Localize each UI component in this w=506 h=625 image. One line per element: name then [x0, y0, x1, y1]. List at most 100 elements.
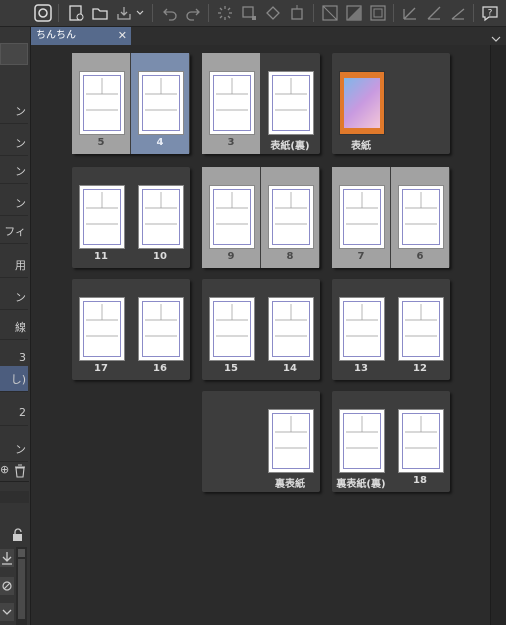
close-icon[interactable]: ✕ — [118, 27, 127, 45]
page-number-label: 10 — [153, 251, 167, 262]
page-spread: 54 — [72, 53, 190, 154]
trash-icon[interactable] — [14, 463, 26, 478]
left-panel-item-label: ン — [15, 136, 26, 150]
page-spread: 表紙 — [332, 53, 450, 154]
left-panel-item-label: ン — [15, 104, 26, 118]
pen-icon[interactable] — [400, 3, 420, 23]
cover-artwork — [339, 71, 385, 135]
page-number-label: 17 — [94, 363, 108, 374]
fill-icon[interactable] — [263, 3, 283, 23]
left-panel-item[interactable]: フィ — [0, 218, 28, 244]
help-icon[interactable]: ? — [480, 3, 500, 23]
lock-icon[interactable] — [11, 527, 25, 541]
invert-selection-icon[interactable] — [344, 3, 364, 23]
page-preview — [138, 185, 184, 249]
page-manager-canvas: 5 4 3 表紙(裏) 表紙 11 10 9 8 7 6 17 16 15 14 13 12 裏表紙 裏表紙(裏) 1… — [31, 45, 490, 625]
left-panel-item-label: フィ — [4, 224, 26, 238]
svg-text:?: ? — [488, 9, 493, 19]
page-preview — [209, 185, 255, 249]
left-panel-item[interactable]: 2 — [0, 400, 28, 426]
left-panel-item[interactable]: ン — [0, 130, 28, 156]
undo-icon[interactable] — [160, 3, 180, 23]
page-number-label: 6 — [416, 251, 424, 262]
left-panel-item[interactable]: 用 — [0, 252, 28, 278]
page-number-label: 14 — [283, 363, 297, 374]
panel-add-icon[interactable]: ⊕ — [0, 463, 12, 477]
left-panel-item-label: 線 — [15, 320, 26, 334]
app-logo-icon[interactable] — [33, 3, 53, 23]
crop-icon[interactable] — [287, 3, 307, 23]
page-thumbnail[interactable]: 8 — [261, 167, 319, 268]
left-panel-item[interactable]: し) — [0, 366, 28, 392]
transform-icon[interactable] — [239, 3, 259, 23]
page-number-label: 4 — [156, 137, 164, 148]
page-thumbnail[interactable]: 10 — [131, 167, 189, 268]
page-thumbnail[interactable]: 裏表紙(裏) — [332, 391, 390, 492]
left-panel-item-label: 2 — [19, 406, 26, 419]
document-tab-bar: ちんちん ✕ — [31, 27, 506, 45]
page-thumbnail[interactable]: 16 — [131, 279, 189, 380]
page-thumbnail[interactable]: 7 — [332, 167, 390, 268]
save-dropdown-icon[interactable] — [134, 3, 146, 23]
page-thumbnail[interactable]: 15 — [202, 279, 260, 380]
page-spread: 13 12 — [332, 279, 450, 380]
left-panel-item-label: ン — [15, 290, 26, 304]
page-number-label: 裏表紙 — [275, 479, 305, 490]
left-panel-item[interactable]: 線 — [0, 314, 28, 340]
page-thumbnail[interactable]: 4 — [131, 53, 189, 154]
no-entry-icon[interactable] — [0, 577, 14, 595]
left-side-panel: ンンンンフィ用ン線 3 し) 2 ン ⊕ — [0, 27, 31, 625]
page-preview — [268, 71, 314, 135]
left-panel-item-label: ン — [15, 442, 26, 456]
page-preview — [339, 185, 385, 249]
download-icon[interactable] — [0, 549, 14, 567]
left-panel-item[interactable]: ン — [0, 436, 28, 462]
ruler-icon[interactable] — [448, 3, 468, 23]
page-spread: 15 14 — [202, 279, 320, 380]
deselect-icon[interactable] — [320, 3, 340, 23]
page-thumbnail[interactable]: 17 — [72, 279, 130, 380]
page-thumbnail[interactable]: 5 — [72, 53, 130, 154]
left-panel-item[interactable]: ン — [0, 284, 28, 310]
page-thumbnail[interactable]: 表紙(裏) — [261, 53, 319, 154]
brush-icon[interactable] — [424, 3, 444, 23]
page-thumbnail[interactable]: 18 — [391, 391, 449, 492]
page-number-label: 裏表紙(裏) — [336, 479, 386, 490]
page-preview — [268, 297, 314, 361]
page-number-label: 12 — [413, 363, 427, 374]
left-panel-item[interactable]: ン — [0, 158, 28, 184]
page-thumbnail[interactable]: 14 — [261, 279, 319, 380]
new-page-icon[interactable] — [66, 3, 86, 23]
redo-icon[interactable] — [183, 3, 203, 23]
page-preview — [339, 297, 385, 361]
left-panel-item[interactable]: ン — [0, 98, 28, 124]
left-panel-item-label: し) — [10, 372, 26, 386]
open-folder-icon[interactable] — [90, 3, 110, 23]
frame-icon[interactable] — [368, 3, 388, 23]
page-number-label: 表紙(裏) — [270, 141, 310, 152]
page-thumbnail[interactable]: 12 — [391, 279, 449, 380]
chevron-down-icon[interactable] — [0, 603, 14, 621]
left-panel-item[interactable]: ン — [0, 190, 28, 216]
page-preview — [79, 297, 125, 361]
page-thumbnail[interactable]: 6 — [391, 167, 449, 268]
page-thumbnail[interactable]: 13 — [332, 279, 390, 380]
document-tab-title: ちんちん — [36, 30, 76, 41]
page-thumbnail[interactable]: 表紙 — [332, 53, 390, 154]
left-panel-item-label: ン — [15, 196, 26, 210]
page-number-label: 8 — [286, 251, 294, 262]
panel-scrollbar[interactable] — [16, 547, 27, 625]
page-thumbnail[interactable]: 9 — [202, 167, 260, 268]
loading-icon[interactable] — [215, 3, 235, 23]
page-thumbnail[interactable]: 3 — [202, 53, 260, 154]
document-tab[interactable]: ちんちん ✕ — [31, 27, 131, 45]
vertical-scrollbar[interactable] — [490, 45, 506, 625]
tab-menu-chevron-icon[interactable] — [490, 30, 502, 42]
save-icon[interactable] — [114, 3, 134, 23]
panel-search-field[interactable] — [0, 43, 28, 65]
left-panel-item-label: 3 — [19, 351, 26, 364]
page-preview — [79, 71, 125, 135]
page-thumbnail[interactable]: 11 — [72, 167, 130, 268]
page-preview — [268, 409, 314, 473]
page-thumbnail[interactable]: 裏表紙 — [261, 391, 319, 492]
